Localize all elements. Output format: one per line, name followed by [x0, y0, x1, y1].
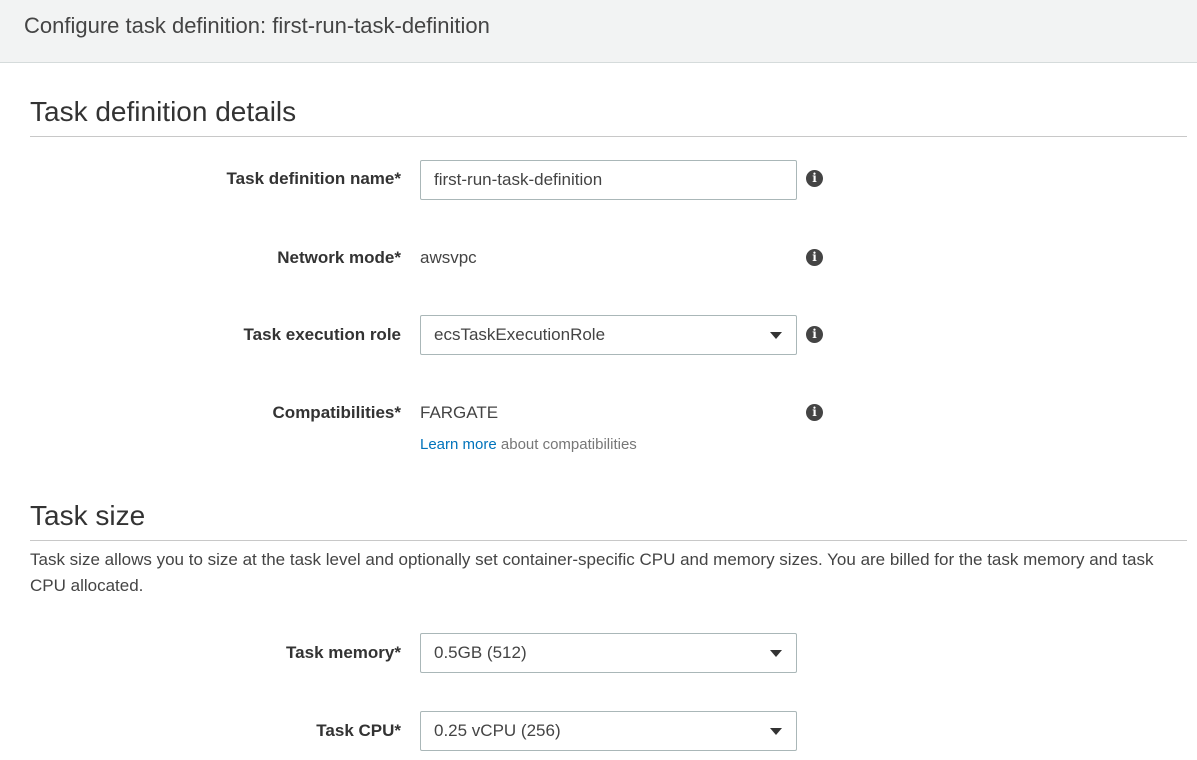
- info-icon[interactable]: i: [806, 249, 823, 266]
- task-memory-label: Task memory*: [286, 643, 401, 662]
- task-execution-role-value: ecsTaskExecutionRole: [434, 325, 606, 344]
- caret-down-icon: [770, 728, 782, 735]
- compatibilities-help: Learn more about compatibilities: [420, 436, 637, 453]
- section-divider: [30, 540, 1187, 541]
- task-definition-name-input[interactable]: [420, 160, 797, 200]
- task-memory-value: 0.5GB (512): [434, 643, 527, 662]
- page-header: Configure task definition: first-run-tas…: [0, 0, 1197, 63]
- caret-down-icon: [770, 332, 782, 339]
- task-cpu-label: Task CPU*: [316, 721, 401, 740]
- task-memory-select[interactable]: 0.5GB (512): [420, 633, 797, 673]
- task-definition-name-label: Task definition name*: [226, 169, 401, 188]
- task-execution-role-label: Task execution role: [243, 325, 401, 344]
- learn-more-link[interactable]: Learn more: [420, 436, 497, 453]
- page-title: Configure task definition: first-run-tas…: [24, 13, 490, 38]
- info-icon[interactable]: i: [806, 404, 823, 421]
- compatibilities-value: FARGATE: [420, 403, 499, 422]
- section-title-task-size: Task size: [30, 500, 146, 531]
- section-title-details: Task definition details: [30, 96, 297, 127]
- network-mode-label: Network mode*: [277, 248, 401, 267]
- task-size-description: Task size allows you to size at the task…: [30, 550, 1154, 595]
- network-mode-value: awsvpc: [420, 248, 477, 267]
- caret-down-icon: [770, 650, 782, 657]
- info-icon[interactable]: i: [806, 170, 823, 187]
- task-execution-role-select[interactable]: ecsTaskExecutionRole: [420, 315, 797, 355]
- task-cpu-select[interactable]: 0.25 vCPU (256): [420, 711, 797, 751]
- task-cpu-value: 0.25 vCPU (256): [434, 721, 561, 740]
- section-divider: [30, 136, 1187, 137]
- compatibilities-label: Compatibilities*: [272, 403, 401, 422]
- compatibilities-help-text: about compatibilities: [496, 436, 637, 453]
- info-icon[interactable]: i: [806, 326, 823, 343]
